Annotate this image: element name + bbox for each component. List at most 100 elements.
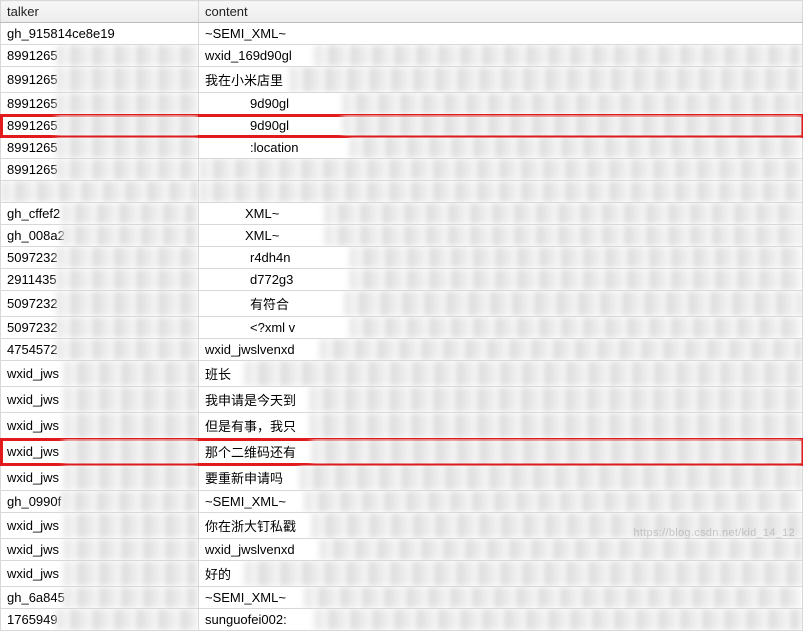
table-row[interactable]: wxid_jws 我申请是今天到 <box>1 387 803 413</box>
cell-talker[interactable]: 8991265 <box>1 67 199 93</box>
cell-talker[interactable]: gh_008a2 <box>1 225 199 247</box>
table-row[interactable]: wxid_jws 那个二维码还有 <box>1 439 803 465</box>
cell-talker-text: 5097232 <box>7 296 58 311</box>
cell-talker-text: 8991265 <box>7 118 58 133</box>
cell-talker[interactable]: wxid_jws <box>1 439 199 465</box>
cell-content[interactable]: ~SEMI_XML~ <box>199 491 803 513</box>
cell-talker[interactable]: 8991265 <box>1 159 199 181</box>
table-row[interactable]: wxid_jws 好的 <box>1 561 803 587</box>
redaction-overlay <box>1 181 198 202</box>
cell-talker[interactable]: gh_915814ce8e19 <box>1 23 199 45</box>
cell-content[interactable]: wxid_jwslvenxd <box>199 539 803 561</box>
column-header-talker[interactable]: talker <box>1 1 199 23</box>
cell-content[interactable]: d772g3 <box>199 269 803 291</box>
cell-talker[interactable]: gh_0990f <box>1 491 199 513</box>
cell-content[interactable]: 那个二维码还有 <box>199 439 803 465</box>
table-row[interactable]: gh_0990f ~SEMI_XML~ <box>1 491 803 513</box>
cell-content[interactable]: :location <box>199 137 803 159</box>
table-row[interactable]: wxid_jwswxid_jwslvenxd <box>1 539 803 561</box>
cell-content-text: 那个二维码还有 <box>205 445 296 460</box>
cell-content-text: 好的 <box>205 567 231 582</box>
table-row[interactable]: 8991265我在小米店里 <box>1 67 803 93</box>
cell-talker[interactable]: 4754572 <box>1 339 199 361</box>
table-row[interactable]: gh_cffef2XML~ <box>1 203 803 225</box>
cell-content[interactable]: 但是有事，我只 <box>199 413 803 439</box>
cell-content-text: <?xml v <box>205 320 295 335</box>
cell-talker[interactable]: wxid_jws <box>1 387 199 413</box>
table-row[interactable]: wxid_jws班长 <box>1 361 803 387</box>
cell-talker[interactable] <box>1 181 199 203</box>
cell-talker[interactable]: wxid_jws <box>1 361 199 387</box>
cell-content[interactable]: r4dh4n <box>199 247 803 269</box>
cell-content-text: 我申请是今天到 <box>205 393 296 408</box>
cell-talker[interactable]: 5097232 <box>1 247 199 269</box>
cell-content[interactable]: wxid_jwslvenxd <box>199 339 803 361</box>
cell-talker-text: wxid_jws <box>7 392 59 407</box>
cell-talker[interactable]: 8991265 <box>1 93 199 115</box>
table-row[interactable]: 8991265 wxid_169d90gl <box>1 45 803 67</box>
cell-content[interactable]: 好的 <box>199 561 803 587</box>
cell-content[interactable]: ~SEMI_XML~ <box>199 23 803 45</box>
table-row[interactable]: gh_6a845~SEMI_XML~ <box>1 587 803 609</box>
cell-content[interactable]: wxid_169d90gl <box>199 45 803 67</box>
cell-talker[interactable]: wxid_jws <box>1 413 199 439</box>
table-row[interactable]: 4754572wxid_jwslvenxd <box>1 339 803 361</box>
cell-content[interactable]: 9d90gl <box>199 93 803 115</box>
cell-content[interactable] <box>199 181 803 203</box>
cell-talker[interactable]: wxid_jws <box>1 561 199 587</box>
cell-talker[interactable]: 1765949 <box>1 609 199 631</box>
table-row[interactable] <box>1 181 803 203</box>
cell-content[interactable]: 要重新申请吗 <box>199 465 803 491</box>
table-row[interactable]: wxid_jws但是有事，我只 <box>1 413 803 439</box>
table-row[interactable]: 89912659d90gl <box>1 93 803 115</box>
table-row[interactable]: 5097232r4dh4n <box>1 247 803 269</box>
table-row[interactable]: 5097232 有符合 <box>1 291 803 317</box>
table-row[interactable]: wxid_jws要重新申请吗 <box>1 465 803 491</box>
cell-talker[interactable]: wxid_jws <box>1 539 199 561</box>
cell-talker[interactable]: 8991265 <box>1 115 199 137</box>
cell-content[interactable]: XML~ <box>199 225 803 247</box>
cell-talker[interactable]: 8991265 <box>1 137 199 159</box>
cell-talker[interactable]: 8991265 <box>1 45 199 67</box>
cell-talker[interactable]: gh_cffef2 <box>1 203 199 225</box>
column-header-content[interactable]: content <box>199 1 803 23</box>
table-body: gh_915814ce8e19~SEMI_XML~8991265wxid_169… <box>1 23 803 631</box>
cell-content[interactable]: 有符合 <box>199 291 803 317</box>
redaction-overlay <box>299 465 802 490</box>
cell-content[interactable]: <?xml v <box>199 317 803 339</box>
redaction-overlay <box>324 203 802 224</box>
redaction-overlay <box>63 413 198 438</box>
cell-talker-text: 8991265 <box>7 48 58 63</box>
redaction-overlay <box>61 203 198 224</box>
cell-content[interactable]: 9d90gl <box>199 115 803 137</box>
cell-content[interactable]: ~SEMI_XML~ <box>199 587 803 609</box>
cell-talker[interactable]: 5097232 <box>1 291 199 317</box>
table-row[interactable]: 8991265 <box>1 159 803 181</box>
table-row[interactable]: 5097232 <?xml v <box>1 317 803 339</box>
table-row[interactable]: 8991265:location <box>1 137 803 159</box>
cell-content[interactable]: 我申请是今天到 <box>199 387 803 413</box>
cell-talker[interactable]: 2911435 <box>1 269 199 291</box>
redaction-overlay <box>344 291 802 316</box>
table-row[interactable]: gh_915814ce8e19~SEMI_XML~ <box>1 23 803 45</box>
table-row[interactable]: 8991265 9d90gl <box>1 115 803 137</box>
redaction-overlay <box>349 317 802 338</box>
table-row[interactable]: 2911435d772g3 <box>1 269 803 291</box>
redaction-overlay <box>56 45 198 66</box>
cell-content[interactable]: 你在浙大钉私戳 <box>199 513 803 539</box>
cell-content[interactable]: XML~ <box>199 203 803 225</box>
table-row[interactable]: 1765949sunguofei002: <box>1 609 803 631</box>
cell-talker[interactable]: wxid_jws <box>1 465 199 491</box>
cell-talker-text: gh_0990f <box>7 494 61 509</box>
table-row[interactable]: gh_008a2XML~ <box>1 225 803 247</box>
cell-talker[interactable]: wxid_jws <box>1 513 199 539</box>
cell-content[interactable]: sunguofei002: <box>199 609 803 631</box>
cell-talker[interactable]: gh_6a845 <box>1 587 199 609</box>
table-row[interactable]: wxid_jws你在浙大钉私戳 <box>1 513 803 539</box>
cell-content-text: ~SEMI_XML~ <box>205 494 286 509</box>
cell-content[interactable]: 班长 <box>199 361 803 387</box>
cell-talker[interactable]: 5097232 <box>1 317 199 339</box>
cell-content[interactable]: 我在小米店里 <box>199 67 803 93</box>
redaction-overlay <box>199 181 802 202</box>
cell-content[interactable] <box>199 159 803 181</box>
